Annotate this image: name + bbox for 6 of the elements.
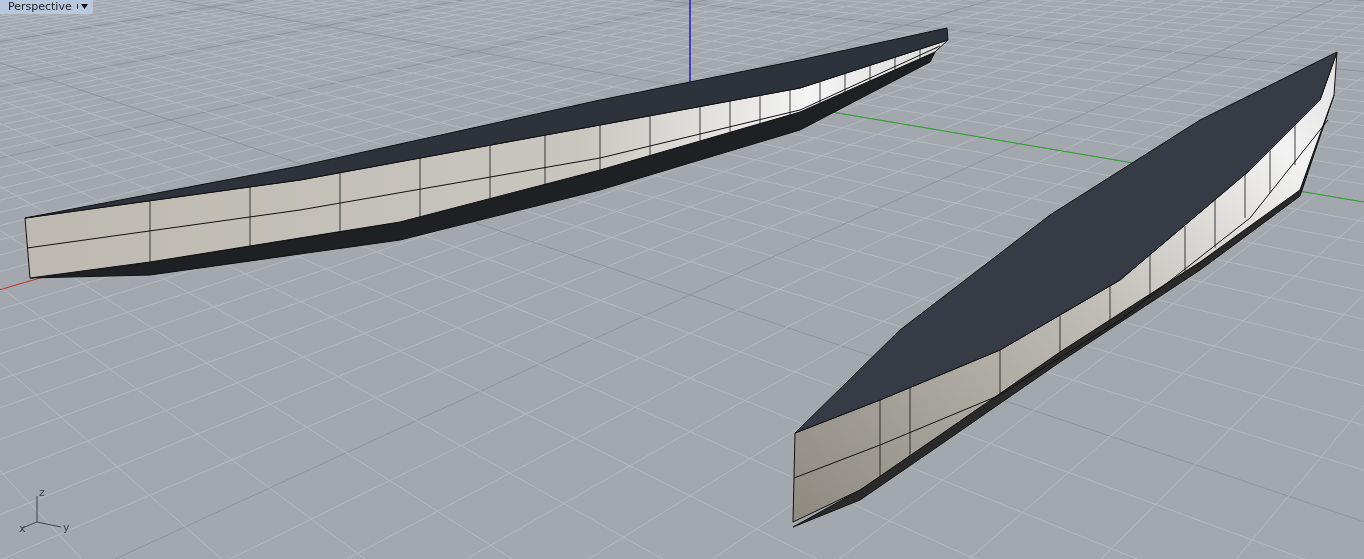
axis-label: y: [63, 521, 70, 534]
axis-label: z: [39, 486, 45, 499]
viewport-title: Perspective: [8, 0, 72, 13]
viewport-tab[interactable]: Perspective: [0, 0, 93, 14]
dropdown-caret-icon[interactable]: [76, 4, 88, 9]
axis-label: x: [19, 522, 26, 535]
